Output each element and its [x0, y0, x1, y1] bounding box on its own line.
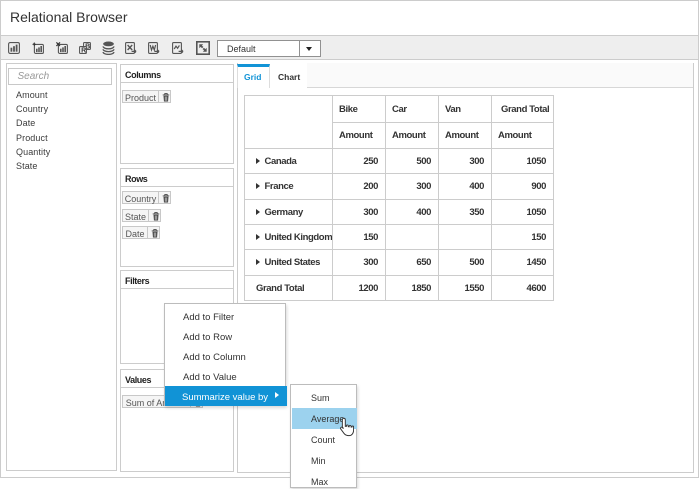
svg-text:R: R — [81, 47, 86, 54]
